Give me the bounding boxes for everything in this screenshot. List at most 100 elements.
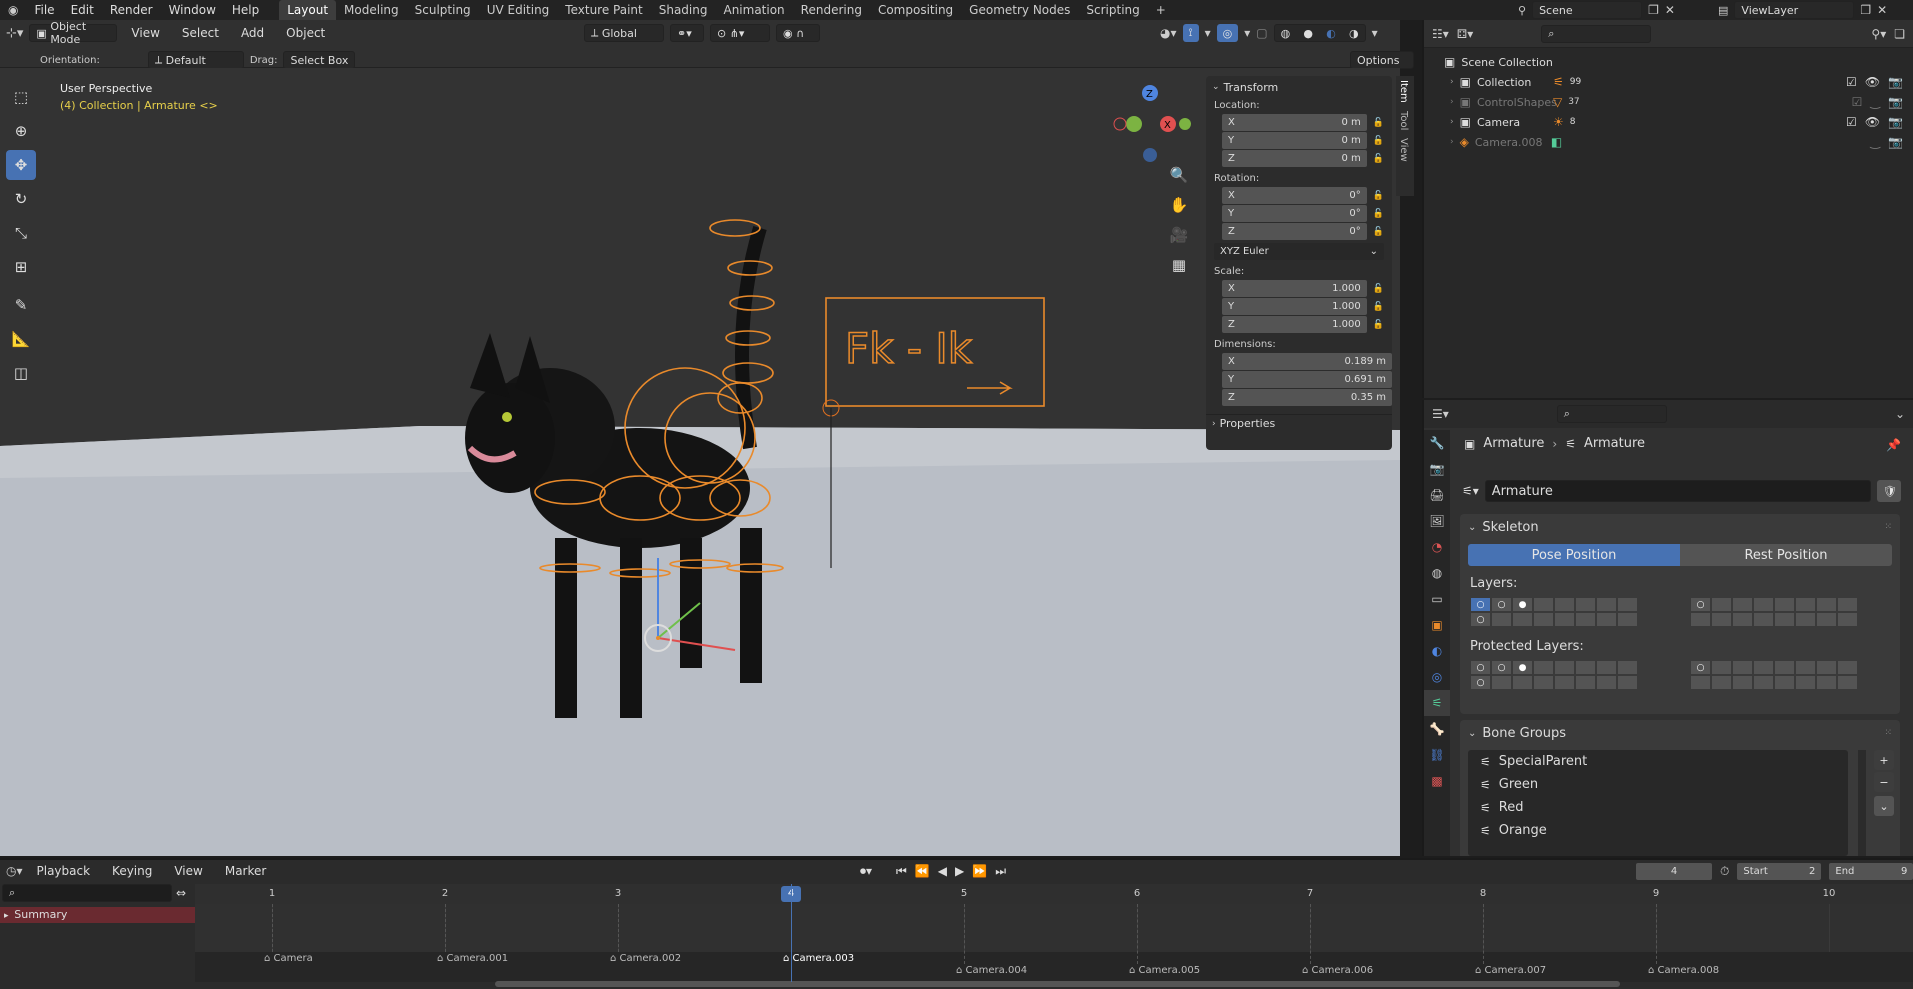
rotation-y-field[interactable]: Y 0° (1222, 205, 1367, 222)
expand-arrow-icon[interactable]: › (1450, 97, 1454, 107)
shading-dropdown-icon[interactable]: ▾ (1372, 26, 1378, 40)
layer-cell[interactable] (1795, 597, 1816, 612)
tab-view[interactable]: View (1396, 134, 1411, 166)
texture-tab-icon[interactable]: ▩ (1424, 768, 1450, 794)
filter-icon[interactable]: ⚲▾ (1871, 27, 1886, 41)
rest-position-button[interactable]: Rest Position (1680, 544, 1892, 566)
new-collection-icon[interactable]: ❏ (1894, 27, 1905, 41)
layer-cell[interactable] (1732, 612, 1753, 627)
layer-cell[interactable] (1617, 675, 1638, 690)
camera-icon[interactable]: 📷 (1888, 135, 1903, 149)
timeline-menu-marker[interactable]: Marker (217, 861, 274, 881)
dimensions-z-field[interactable]: Z 0.35 m (1222, 389, 1392, 406)
layer-cell[interactable] (1795, 660, 1816, 675)
lock-icon[interactable]: 🔓 (1373, 136, 1384, 146)
copy-viewlayer-icon[interactable]: ❐ (1860, 3, 1871, 17)
overlay-toggle[interactable]: ◎ (1216, 24, 1239, 42)
outliner-row[interactable]: › ▣ Camera ☀ 8 ☑ 👁 📷 (1444, 112, 1913, 132)
gizmo-toggle[interactable]: ⟟ (1182, 24, 1199, 42)
viewlayer-field[interactable]: ViewLayer (1734, 1, 1855, 19)
layer-cell[interactable] (1533, 675, 1554, 690)
chevron-down-icon[interactable]: ⌄ (1895, 407, 1905, 421)
bone-groups-header[interactable]: ⌄ Bone Groups ⁙ (1460, 720, 1900, 746)
timeline-scrollbar[interactable] (495, 981, 1620, 987)
tab-item[interactable]: Item (1396, 76, 1411, 107)
timeline-marker[interactable]: ⌂ Camera.004 (956, 964, 1027, 978)
pivot-dropdown[interactable]: ⚭▾ (670, 24, 704, 42)
layer-cell[interactable] (1554, 597, 1575, 612)
outliner-row[interactable]: › ▣ ControlShapes ▽ 37 ☑ ‿ 📷 (1444, 92, 1913, 112)
timeline-menu-view[interactable]: View (166, 861, 210, 881)
layer-cell[interactable] (1491, 612, 1512, 627)
drag-handle-icon[interactable]: ⁙ (1884, 522, 1892, 532)
lock-icon[interactable]: 🔓 (1373, 284, 1384, 294)
play-reverse-icon[interactable]: ◀ (938, 864, 947, 878)
timeline-marker[interactable]: ⌂ Camera.002 (610, 952, 681, 966)
layer-cell[interactable] (1774, 612, 1795, 627)
remove-group-button[interactable]: − (1874, 772, 1894, 792)
layer-cell[interactable]: ○ (1491, 597, 1512, 612)
zoom-icon[interactable]: 🔍 (1165, 166, 1193, 196)
tool-tab-icon[interactable]: 🔧 (1424, 430, 1450, 456)
rotation-z-field[interactable]: Z 0° (1222, 223, 1367, 240)
layer-cell[interactable] (1690, 675, 1711, 690)
pan-hand-icon[interactable]: ✋ (1165, 196, 1193, 226)
scale-y-field[interactable]: Y 1.000 (1222, 298, 1367, 315)
xray-icon[interactable]: ▢ (1256, 26, 1267, 40)
layer-cell[interactable] (1732, 675, 1753, 690)
list-scrollbar[interactable] (1858, 750, 1866, 856)
timeline-tick-label[interactable]: 10 (1819, 886, 1839, 902)
play-icon[interactable]: ▶ (955, 864, 964, 878)
layer-cell[interactable] (1753, 660, 1774, 675)
layer-cell[interactable] (1711, 612, 1732, 627)
cursor-tool-icon[interactable]: ⊕ (6, 116, 36, 146)
add-workspace-button[interactable]: + (1148, 0, 1174, 20)
layer-cell[interactable] (1596, 597, 1617, 612)
stopwatch-icon[interactable]: ⏱ (1720, 864, 1729, 879)
armature-name-field[interactable]: Armature (1484, 480, 1871, 502)
layer-cell[interactable] (1711, 597, 1732, 612)
layer-cell[interactable] (1774, 660, 1795, 675)
camera-icon[interactable]: 📷 (1888, 115, 1903, 129)
rotation-x-field[interactable]: X 0° (1222, 187, 1367, 204)
layer-cell[interactable] (1837, 675, 1858, 690)
physics-tab-icon[interactable]: ◎ (1424, 664, 1450, 690)
swap-icon[interactable]: ⇔ (176, 886, 186, 900)
transform-orientation-dropdown[interactable]: ⟂ Global (584, 24, 664, 42)
blender-logo-icon[interactable]: ◉ (0, 0, 26, 20)
snap-toggle[interactable]: ⊙ ⋔▾ (710, 24, 770, 42)
world-tab-icon[interactable]: ◍ (1424, 560, 1450, 586)
menu-help[interactable]: Help (224, 0, 267, 20)
timeline-marker[interactable]: ⌂ Camera.001 (437, 952, 508, 966)
scene-collection-row[interactable]: ▣ Scene Collection (1444, 52, 1913, 72)
checkbox-icon[interactable]: ☑ (1846, 115, 1857, 129)
layer-cell[interactable]: ● (1512, 597, 1533, 612)
tab-compositing[interactable]: Compositing (870, 0, 961, 20)
ortho-grid-icon[interactable]: ▦ (1165, 256, 1193, 286)
layer-cell[interactable] (1753, 675, 1774, 690)
layer-cell[interactable] (1732, 597, 1753, 612)
tab-shading[interactable]: Shading (651, 0, 716, 20)
timeline-tick-label[interactable]: 1 (262, 886, 282, 902)
add-group-button[interactable]: + (1874, 750, 1894, 770)
timeline-tick-label[interactable]: 8 (1473, 886, 1493, 902)
measure-tool-icon[interactable]: 📐 (6, 324, 36, 354)
menu-file[interactable]: File (26, 0, 62, 20)
layer-cell[interactable] (1554, 660, 1575, 675)
annotate-tool-icon[interactable]: ✎ (6, 290, 36, 320)
view-layer-tab-icon[interactable]: 🖼 (1424, 508, 1450, 534)
checkbox-icon[interactable]: ☑ (1846, 75, 1857, 89)
timeline-tick-label[interactable]: 7 (1300, 886, 1320, 902)
jump-keyframe-forward-icon[interactable]: ⏩ (972, 864, 987, 878)
location-z-field[interactable]: Z 0 m (1222, 150, 1367, 167)
timeline-editor-icon[interactable]: ◷▾ (6, 864, 23, 878)
layer-cell[interactable]: ○ (1690, 660, 1711, 675)
lock-icon[interactable]: 🔓 (1373, 154, 1384, 164)
constraint-tab-icon[interactable]: ⛓ (1424, 742, 1450, 768)
layer-cell[interactable] (1575, 675, 1596, 690)
dimensions-x-field[interactable]: X 0.189 m (1222, 353, 1392, 370)
layer-cell[interactable] (1596, 612, 1617, 627)
pin-icon[interactable]: 📌 (1886, 438, 1901, 452)
layer-cell[interactable]: ○ (1470, 597, 1491, 612)
editor-type-icon[interactable]: ⊹▾ (6, 26, 23, 41)
